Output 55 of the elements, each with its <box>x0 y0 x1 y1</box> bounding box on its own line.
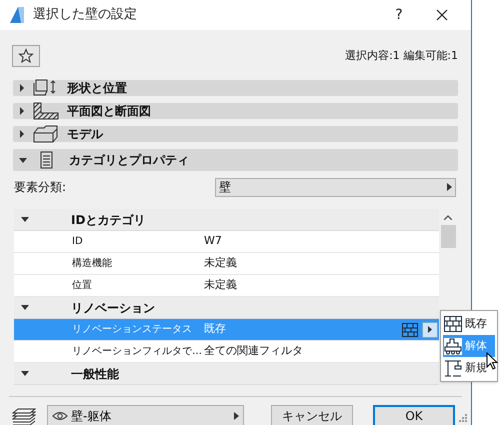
expand-arrow-icon <box>21 217 29 222</box>
property-row[interactable]: 位置 未定義 <box>14 275 440 297</box>
property-name: リノベーションフィルタで… <box>72 345 202 359</box>
resize-grip-icon[interactable] <box>459 414 467 422</box>
brick-wall-icon <box>444 316 462 332</box>
layer-dropdown[interactable]: 壁-躯体 <box>47 405 244 425</box>
status-menu-button[interactable] <box>422 322 438 338</box>
help-button[interactable]: ? <box>384 4 414 26</box>
group-header[interactable]: リノベーション <box>14 297 440 319</box>
menu-item[interactable]: 既存 <box>443 313 495 335</box>
property-name: 構造機能 <box>72 256 113 271</box>
bulldozer-icon <box>444 338 462 354</box>
property-name: ID <box>72 235 84 249</box>
group-header[interactable]: 一般性能 <box>14 363 440 385</box>
hatched-section-icon <box>33 102 59 120</box>
collapse-arrow-icon <box>19 107 25 115</box>
property-row[interactable]: 構造機能 未定義 <box>14 253 440 275</box>
group-header[interactable]: IDとカテゴリ <box>14 209 440 231</box>
panel-header[interactable]: 形状と位置 <box>13 80 458 96</box>
scroll-up-icon[interactable] <box>444 215 452 220</box>
eye-icon <box>52 411 68 421</box>
cancel-button[interactable]: キャンセル <box>271 404 353 425</box>
panel-header[interactable]: 平面図と断面図 <box>13 103 458 119</box>
app-logo-icon <box>9 6 25 24</box>
classification-label: 要素分類: <box>14 179 66 196</box>
caret-icon <box>234 412 239 420</box>
property-value: 全ての関連フィルタ <box>204 343 304 360</box>
expand-arrow-icon <box>19 158 27 162</box>
property-value: W7 <box>204 233 223 250</box>
panel-header[interactable]: モデル <box>13 126 458 142</box>
brick-wall-icon <box>402 322 418 336</box>
caret-icon <box>428 326 432 333</box>
expand-arrow-icon <box>21 305 29 310</box>
panel-header[interactable]: カテゴリとプロパティ <box>13 149 458 171</box>
ok-button[interactable]: OK <box>373 404 455 425</box>
property-value: 未定義 <box>204 277 238 294</box>
crane-icon <box>444 360 462 376</box>
expand-arrow-icon <box>21 371 29 376</box>
collapse-arrow-icon <box>19 130 25 138</box>
collapse-arrow-icon <box>19 84 25 92</box>
classification-dropdown[interactable]: 壁 <box>215 178 456 196</box>
property-value: 未定義 <box>204 255 238 272</box>
property-row[interactable]: リノベーションフィルタで… 全ての関連フィルタ <box>14 341 440 363</box>
caret-icon <box>447 183 452 191</box>
window-title: 選択した壁の設定 <box>33 6 138 24</box>
close-icon <box>436 9 448 21</box>
star-icon <box>18 48 34 64</box>
selection-summary: 選択内容:1 編集可能:1 <box>345 48 459 64</box>
property-name: 位置 <box>72 278 93 293</box>
property-row[interactable]: ID W7 <box>14 231 440 253</box>
property-value: 既存 <box>204 321 227 338</box>
box-icon <box>33 125 59 143</box>
scrollbar-thumb[interactable] <box>440 225 456 248</box>
favorites-button[interactable] <box>12 45 40 67</box>
property-name: リノベーションステータス <box>72 323 193 337</box>
